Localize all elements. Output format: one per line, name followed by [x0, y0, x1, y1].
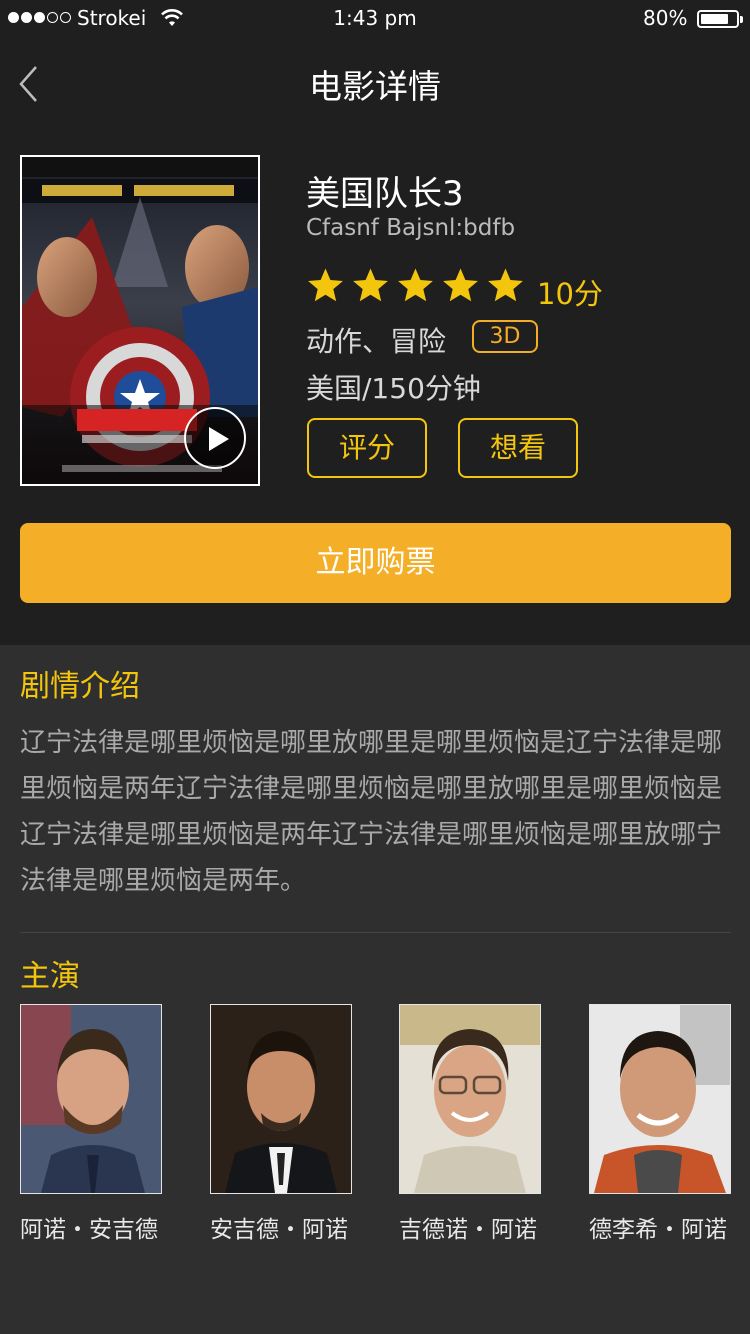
star-icon	[308, 268, 343, 302]
synopsis-text: 辽宁法律是哪里烦恼是哪里放哪里是哪里烦恼是辽宁法律是哪里烦恼是两年辽宁法律是哪里…	[20, 728, 723, 896]
cast-name: 德李希・阿诺	[589, 1217, 727, 1243]
section-divider	[20, 932, 731, 933]
cast-member[interactable]: 德李希・阿诺	[589, 1004, 731, 1244]
cast-name: 吉德诺・阿诺	[399, 1217, 537, 1243]
country-duration: 美国/150分钟	[306, 372, 481, 405]
star-icon	[398, 268, 433, 302]
play-icon	[209, 427, 229, 451]
clock: 1:43 pm	[333, 6, 417, 30]
status-bar: Strokei 1:43 pm 80%	[0, 0, 750, 40]
synopsis-heading: 剧情介绍	[20, 669, 140, 704]
play-trailer-button[interactable]	[184, 407, 246, 469]
cast-name: 阿诺・安吉德	[20, 1217, 158, 1243]
cast-member[interactable]: 阿诺・安吉德	[20, 1004, 162, 1244]
battery-icon	[697, 10, 743, 28]
cast-photo	[20, 1004, 162, 1194]
star-icon	[353, 268, 388, 302]
cast-heading: 主演	[20, 959, 80, 994]
rating-stars	[306, 266, 525, 305]
cast-photo	[399, 1004, 541, 1194]
movie-english-title: Cfasnf Bajsnl:bdfb	[306, 215, 516, 241]
rate-button[interactable]: 评分	[307, 418, 427, 478]
battery-percent: 80%	[643, 6, 688, 30]
star-icon	[488, 268, 523, 302]
want-to-see-button[interactable]: 想看	[458, 418, 578, 478]
cast-member[interactable]: 安吉德・阿诺	[210, 1004, 352, 1244]
cast-photo	[589, 1004, 731, 1194]
buy-ticket-button[interactable]: 立即购票	[20, 523, 731, 603]
cast-name: 安吉德・阿诺	[210, 1217, 348, 1243]
cast-photo	[210, 1004, 352, 1194]
movie-poster[interactable]	[20, 155, 260, 486]
movie-genre: 动作、冒险	[306, 325, 447, 358]
rating-score: 10分	[537, 277, 603, 311]
movie-title: 美国队长3	[306, 174, 464, 214]
format-badge: 3D	[472, 320, 538, 353]
page-title: 电影详情	[309, 67, 441, 106]
star-icon	[443, 268, 478, 302]
cast-member[interactable]: 吉德诺・阿诺	[399, 1004, 541, 1244]
